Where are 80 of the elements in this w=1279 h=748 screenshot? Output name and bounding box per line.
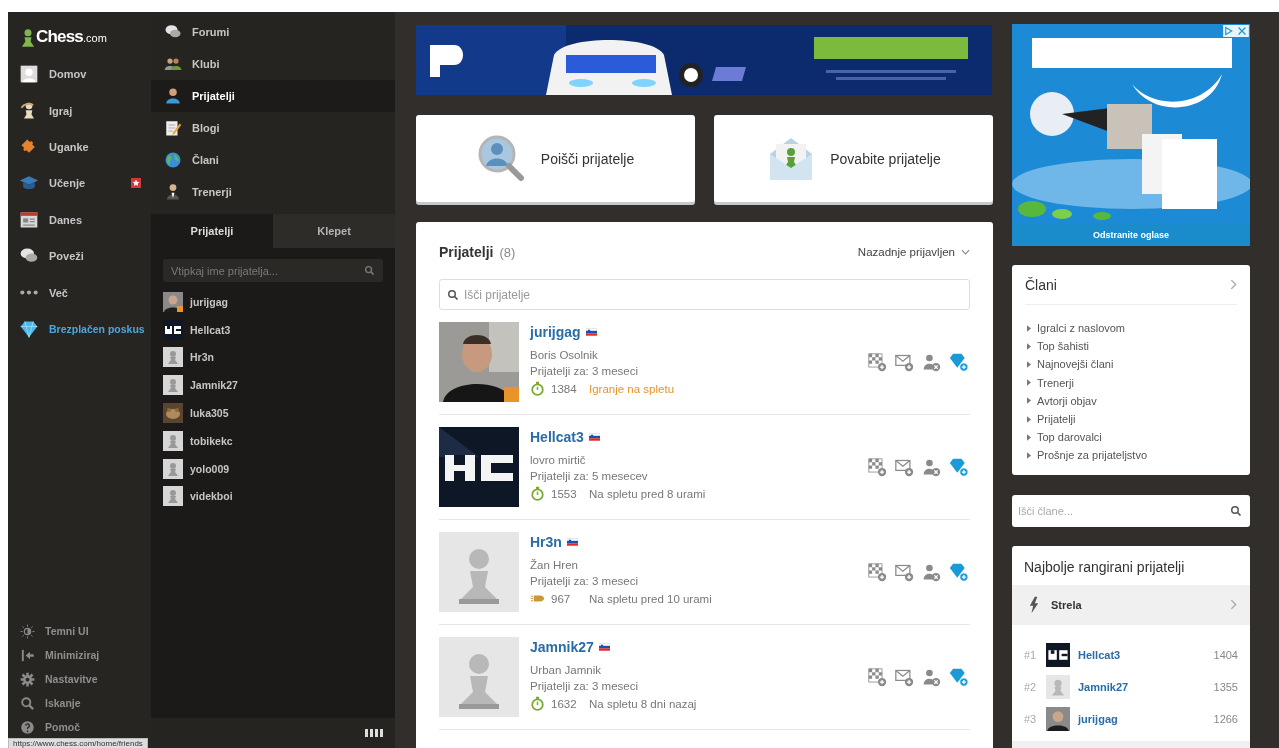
nav-link[interactable]: Poveži bbox=[8, 237, 151, 275]
members-link[interactable]: Top šahisti bbox=[1025, 337, 1237, 356]
nav-link[interactable]: Danes bbox=[8, 201, 151, 238]
friend-count: (8) bbox=[499, 244, 516, 260]
nav-link[interactable]: Minimiziraj bbox=[8, 643, 151, 667]
card-title: Člani bbox=[1025, 276, 1057, 293]
online-status: Na spletu pred 10 urami bbox=[589, 592, 712, 605]
username-link[interactable]: jurijgag bbox=[1078, 712, 1214, 725]
username-link[interactable]: Jamnik27 bbox=[1078, 680, 1214, 693]
members-link[interactable]: Prijatelji bbox=[1025, 409, 1237, 429]
nav-link[interactable]: Brezplačen poskus bbox=[8, 310, 151, 348]
friend-list-item[interactable]: tobikekc bbox=[163, 427, 383, 455]
rating: 1355 bbox=[1213, 680, 1238, 693]
rating: 1553 bbox=[551, 487, 578, 500]
submenu-item[interactable]: Trenerji bbox=[151, 176, 395, 208]
nav-link[interactable]: Učenje bbox=[8, 165, 151, 202]
nav-link[interactable]: Več bbox=[8, 274, 151, 311]
action-card[interactable]: Poišči prijatelje bbox=[416, 115, 695, 202]
nav-link[interactable]: Temni UI bbox=[8, 619, 151, 643]
members-link[interactable]: Top darovalci bbox=[1025, 428, 1237, 447]
friends-since: Prijatelji za: 3 meseci bbox=[530, 575, 639, 587]
rank: #1 bbox=[1024, 648, 1038, 661]
member-search-field[interactable]: Išči člane... bbox=[1012, 494, 1250, 527]
submenu-item[interactable]: Blogi bbox=[151, 112, 395, 144]
members-link[interactable]: Igralci z naslovom bbox=[1025, 319, 1237, 338]
nav-link[interactable]: Nastavitve bbox=[8, 667, 151, 691]
friend-list-item[interactable]: videkboi bbox=[163, 482, 383, 511]
friends-since: Prijatelji za: 5 mesecev bbox=[530, 470, 649, 482]
friend-list-item[interactable]: Jamnik27 bbox=[163, 371, 383, 400]
friend-list-item[interactable]: Hellcat3 bbox=[163, 315, 383, 344]
card-title: Najbolje rangirani prijatelji bbox=[1023, 557, 1186, 577]
friend-list-item[interactable]: Hr3n bbox=[163, 343, 383, 372]
members-link[interactable]: Najnovejši člani bbox=[1025, 355, 1237, 374]
members-link[interactable]: Trenerji bbox=[1025, 373, 1237, 392]
search-field[interactable]: Išči prijatelje bbox=[439, 279, 970, 310]
submenu-item[interactable]: Člani bbox=[151, 144, 395, 176]
rating: 1404 bbox=[1213, 648, 1238, 661]
nav-link[interactable]: Igraj bbox=[8, 92, 151, 129]
friends-since: Prijatelji za: 3 meseci bbox=[530, 365, 639, 377]
rank: #3 bbox=[1024, 712, 1038, 725]
rating: 1384 bbox=[551, 382, 578, 395]
online-status: Igranje na spletu bbox=[589, 382, 675, 395]
status-url: https://www.chess.com/home/friends bbox=[8, 738, 148, 748]
username-link[interactable]: jurijgag bbox=[530, 324, 581, 340]
rating: 967 bbox=[551, 592, 572, 605]
category-row[interactable]: Strela bbox=[1012, 584, 1250, 625]
rating: 1632 bbox=[551, 697, 578, 710]
members-link[interactable]: Avtorji objav bbox=[1025, 391, 1237, 410]
rank: #2 bbox=[1024, 680, 1038, 693]
section-title: Prijatelji bbox=[439, 244, 494, 260]
nav-link[interactable]: Uganke bbox=[8, 128, 151, 166]
nav-link[interactable]: Iskanje bbox=[8, 691, 151, 715]
rating: 1266 bbox=[1213, 712, 1238, 725]
submenu-item[interactable]: Forumi bbox=[151, 16, 395, 48]
username-link[interactable]: Hellcat3 bbox=[530, 429, 584, 445]
nav-link[interactable]: Domov bbox=[8, 56, 151, 93]
panel-tab[interactable]: Prijatelji bbox=[151, 214, 273, 248]
real-name: Žan Hren bbox=[530, 559, 579, 571]
submenu-item[interactable]: Prijatelji bbox=[151, 80, 395, 112]
friends-since: Prijatelji za: 3 meseci bbox=[530, 680, 639, 692]
online-status: Na spletu pred 8 urami bbox=[589, 487, 706, 500]
username-link[interactable]: Hr3n bbox=[530, 534, 562, 550]
friend-list-item[interactable]: yolo009 bbox=[163, 454, 383, 483]
nav-link[interactable]: Pomoč bbox=[8, 715, 151, 739]
panel-tab[interactable]: Klepet bbox=[273, 214, 395, 248]
logo-text[interactable]: Chess.com bbox=[36, 27, 107, 48]
friend-search-field[interactable]: Vtipkaj ime prijatelja... bbox=[163, 259, 383, 282]
sort-dropdown[interactable]: Nazadnje prijavljen bbox=[857, 246, 970, 258]
real-name: lovro mirtič bbox=[530, 454, 587, 466]
friend-list-item[interactable]: luka305 bbox=[163, 399, 383, 427]
username-link[interactable]: Jamnik27 bbox=[530, 639, 594, 655]
friend-list-item[interactable]: jurijgag bbox=[163, 288, 383, 316]
remove-ads-link[interactable]: Odstranite oglase bbox=[1012, 224, 1250, 246]
submenu-item[interactable]: Klubi bbox=[151, 48, 395, 80]
members-link[interactable]: Prošnje za prijateljstvo bbox=[1025, 446, 1237, 465]
username-link[interactable]: Hellcat3 bbox=[1078, 648, 1214, 661]
real-name: Boris Osolnik bbox=[530, 349, 599, 361]
real-name: Urban Jamnik bbox=[530, 664, 602, 676]
online-status: Na spletu 8 dni nazaj bbox=[589, 697, 697, 710]
action-card[interactable]: Povabite prijatelje bbox=[714, 115, 993, 202]
